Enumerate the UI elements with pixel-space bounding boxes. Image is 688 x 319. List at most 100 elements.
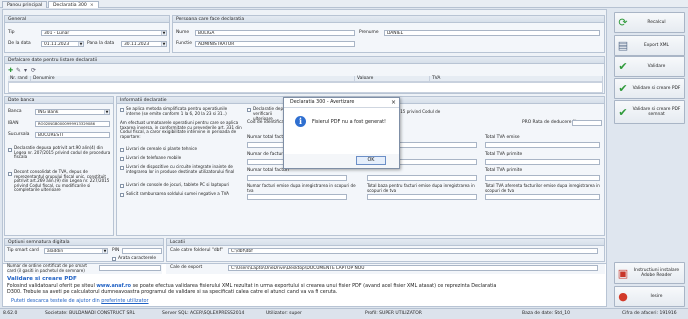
export-path-field[interactable]: C:\Users\Lapto\OneDrive\Desktop\DOCUMENT… — [228, 265, 598, 271]
validare-creare-pdf-button[interactable]: ✔ Validare si creare PDF — [614, 78, 685, 99]
functie-field[interactable]: ADMINISTRATOR — [195, 41, 355, 47]
banca-select[interactable]: ING Bank ▼ — [35, 109, 110, 115]
tip-card-label: Tip smart card — [7, 248, 39, 253]
rambursare-checkbox[interactable] — [120, 193, 124, 197]
validare-button[interactable]: ✔ Validare — [614, 56, 685, 77]
total-baza-dupa-label: Total baza pentru facturi emise dupa inr… — [367, 183, 475, 193]
cereale-checkbox[interactable] — [120, 148, 124, 152]
pin-field[interactable] — [122, 248, 162, 254]
total-tva-primite-2-field[interactable] — [485, 175, 600, 181]
arata-caractere-checkbox[interactable] — [112, 257, 116, 261]
dispozitive-checkbox[interactable] — [120, 166, 124, 170]
preferinte-link[interactable]: preferinte utilizator — [101, 298, 148, 304]
de-la-value: 01.11.2023 — [44, 42, 70, 47]
cod-suffix-text: 2/2015 privind Codul de — [391, 109, 441, 114]
tip-label: Tip — [8, 30, 15, 35]
prenume-field[interactable]: DANIEL — [384, 30, 600, 36]
button-label: Instructiuni instalare Adobe Reader — [633, 268, 680, 278]
numar-ordine-field[interactable] — [99, 265, 161, 271]
de-la-date-field[interactable]: 01.11.2023 ▼ — [41, 41, 84, 47]
metoda-simplificata-checkbox[interactable] — [120, 108, 124, 112]
console-checkbox[interactable] — [120, 184, 124, 188]
declaratie-art90-checkbox[interactable] — [8, 148, 12, 152]
declaratie-depusa-checkbox[interactable] — [247, 108, 251, 112]
checkmark-icon: ✔ — [618, 82, 628, 95]
dialog-body: i Fisierul PDF nu a fost generat! — [284, 108, 399, 154]
tip-card-select[interactable]: aladdin ▼ — [44, 248, 108, 254]
button-label: Validare si creare PDF — [632, 86, 681, 91]
iban-label: IBAN — [8, 121, 19, 126]
banca-value: ING Bank — [38, 110, 59, 115]
total-tva-dupa-field[interactable] — [485, 194, 600, 200]
general-panel: General Tip 301 - Lunar ▼ De la data 01.1… — [4, 15, 170, 53]
defalcare-panel: Defalcare date pentru listare declaratii… — [4, 56, 605, 94]
tip-select[interactable]: 301 - Lunar ▼ — [41, 30, 167, 36]
button-label: Export XML — [643, 43, 669, 48]
chevron-down-icon[interactable]: ▼ — [104, 110, 109, 114]
chevron-down-icon[interactable]: ▼ — [161, 42, 166, 46]
tab-declaratia-300[interactable]: Declaratia 300 × — [48, 1, 99, 8]
telefoane-text: Livrari de telefoane mobile — [126, 155, 182, 160]
total-baza-dupa-field[interactable] — [367, 194, 477, 200]
info-box-line2: D300. Trebuie sa aveti pe calculatorul d… — [7, 289, 338, 295]
chevron-down-icon[interactable]: ▼ — [102, 249, 107, 253]
prenume-label: Prenume — [359, 30, 379, 35]
panel-title: Date banca — [5, 97, 113, 104]
persoana-panel: Persoana care face declaratia Nume BULIG… — [172, 15, 605, 53]
export-path-area: Cale de export C:\Users\Lapto\OneDrive\D… — [166, 264, 605, 274]
toolbar-menu-icon[interactable]: ▾ — [24, 67, 27, 74]
total-tva-primite-2-label: Total TVA primite — [485, 168, 523, 173]
info-text: Puteti descarca testele de ajutor din — [11, 298, 102, 304]
toolbar-refresh-icon[interactable]: ⟳ — [31, 67, 36, 74]
sucursala-field[interactable]: BUCURESTI — [35, 132, 110, 138]
pro-rata-field[interactable] — [572, 120, 602, 126]
dbf-path-field[interactable]: C:\dbf\dbf — [228, 248, 598, 254]
facturi-emise-dupa-field[interactable] — [247, 194, 347, 200]
adobe-reader-button[interactable]: ▣ Instructiuni instalare Adobe Reader — [614, 262, 685, 284]
tip-value: 301 - Lunar — [44, 31, 70, 36]
total-tva-emise-field[interactable] — [485, 142, 600, 148]
total-tva-primite-field[interactable] — [485, 159, 600, 165]
pana-label: Pana la data — [87, 41, 115, 46]
numar-facturi-label: Numar de facturi — [247, 152, 285, 157]
pana-date-field[interactable]: 30.11.2023 ▼ — [121, 41, 167, 47]
total-baza-primite-2-field[interactable] — [367, 175, 477, 181]
toolbar-edit-icon[interactable]: ✎ — [16, 67, 21, 74]
toolbar-add-icon[interactable]: ✚ — [8, 67, 13, 74]
iesire-button[interactable]: ● Iesire — [614, 286, 685, 307]
pro-rata-label: PRO Rata de deducere % — [522, 120, 578, 125]
document-icon: ▤ — [617, 39, 629, 52]
close-icon[interactable]: × — [391, 98, 396, 108]
numar-total-facturi-field[interactable] — [247, 175, 347, 181]
status-server: Server SQL: ACER\SQLEXPRESS2014 — [162, 311, 245, 316]
decont-consolidat-checkbox[interactable] — [8, 172, 12, 176]
chevron-down-icon[interactable]: ▼ — [161, 31, 166, 35]
export-label: Cale de export — [170, 265, 203, 270]
banca-panel: Date banca Banca ING Bank ▼ IBAN RO02INGB… — [4, 96, 114, 236]
status-cifra: Cifra de afaceri: 191916 — [622, 311, 677, 316]
ok-button[interactable]: OK — [356, 156, 386, 165]
checkmark-icon: ✔ — [618, 105, 628, 119]
status-utilizator: Utilizator: super — [266, 311, 302, 316]
banca-label: Banca — [8, 109, 22, 114]
nume-field[interactable]: BULIGA — [195, 30, 355, 36]
close-icon[interactable]: × — [90, 3, 94, 8]
chevron-down-icon[interactable]: ▼ — [78, 42, 83, 46]
export-xml-button[interactable]: ▤ Export XML — [614, 35, 685, 56]
checkmark-icon: ✔ — [618, 60, 628, 73]
recalcul-button[interactable]: ⟳ Recalcul — [614, 12, 685, 33]
button-label: Validare si creare PDF semnat — [632, 107, 681, 117]
de-la-label: De la data — [8, 41, 31, 46]
declaratie-art90-text: Declaratie depusa potrivit art.90 alin(4… — [14, 145, 111, 160]
tab-panou-principal[interactable]: Panou principal — [2, 1, 48, 8]
defalcare-grid-body[interactable] — [8, 82, 603, 93]
console-text: Livrari de console de jocuri, tablete PC… — [126, 182, 230, 187]
iban-field[interactable]: RO02INGB0000999913329086 — [35, 121, 110, 127]
status-baza: Baza de date: Std_10 — [522, 311, 570, 316]
functie-label: Functie — [176, 41, 192, 46]
validare-creare-pdf-semnat-button[interactable]: ✔ Validare si creare PDF semnat — [614, 100, 685, 124]
sucursala-label: Sucursala — [8, 132, 30, 137]
button-label: Validare — [647, 64, 666, 69]
dialog-title-bar: Declaratia 300 - Avertizare × — [284, 98, 399, 108]
telefoane-checkbox[interactable] — [120, 157, 124, 161]
